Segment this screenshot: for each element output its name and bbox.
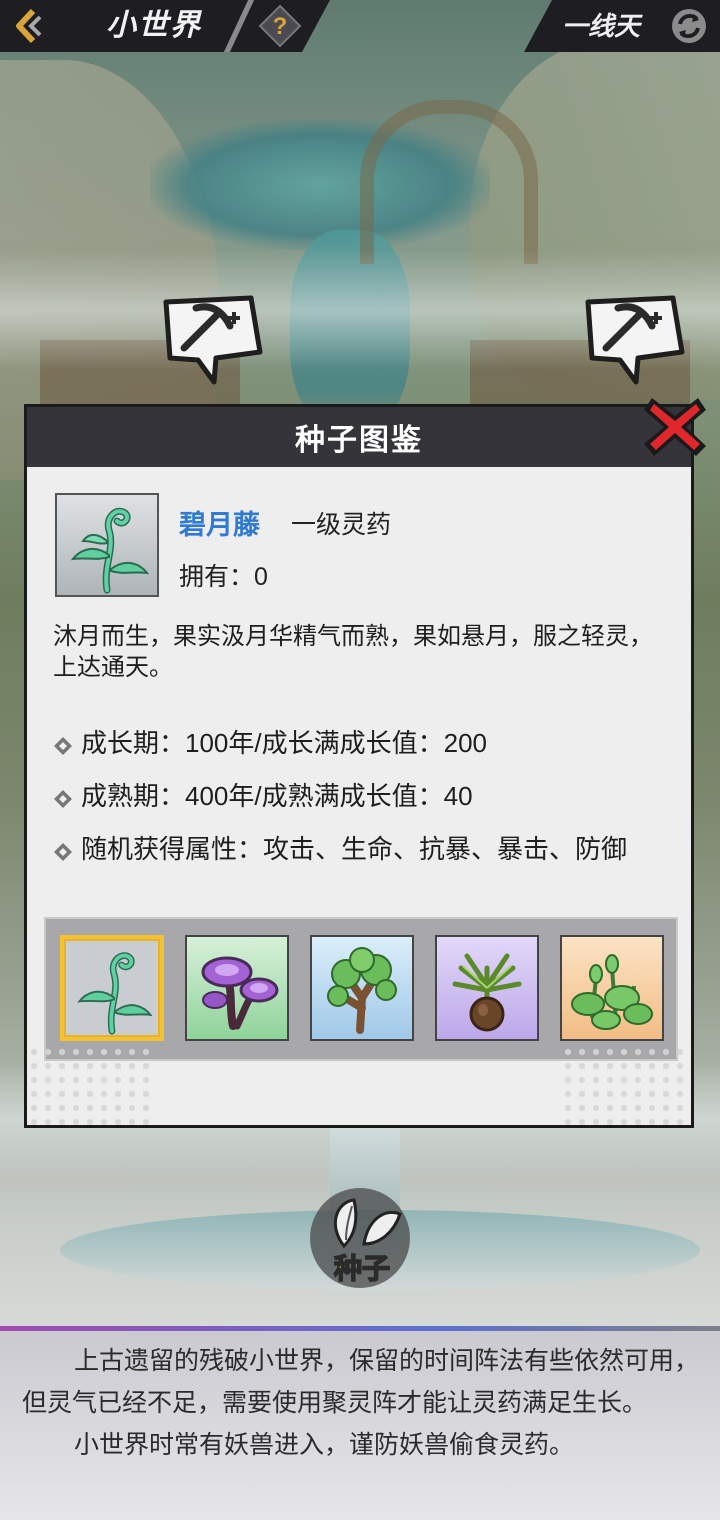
- wooden-waterwheel: [360, 100, 538, 264]
- seed-name: 碧月藤: [179, 510, 260, 540]
- dig-plot-marker-left[interactable]: [156, 292, 266, 388]
- stat-growth-period: 成长期：100年/成长满成长值：200: [53, 723, 683, 760]
- tree-icon: [327, 947, 397, 1034]
- owned-count: 拥有：0: [179, 557, 268, 593]
- stat-mature-period: 成熟期：400年/成熟满成长值：40: [53, 776, 683, 813]
- help-button[interactable]: ?: [258, 4, 302, 48]
- page-title: 小世界: [106, 9, 202, 42]
- question-icon: ?: [258, 4, 302, 48]
- world-description: 上古遗留的残破小世界，保留的时间阵法有些依然可用，但灵气已经不足，需要使用聚灵阵…: [22, 1340, 702, 1466]
- close-icon: [644, 398, 706, 456]
- diamond-bullet-icon: [53, 732, 73, 755]
- description-paragraph-1: 上古遗留的残破小世界，保留的时间阵法有些依然可用，但灵气已经不足，需要使用聚灵阵…: [22, 1347, 700, 1417]
- stat-random-attributes: 随机获得属性：攻击、生命、抗暴、暴击、防御: [53, 829, 683, 866]
- vine-sprout-icon: [70, 507, 150, 594]
- seed-emblem-icon: 种子: [310, 1188, 410, 1288]
- dialog-title: 种子图鉴: [295, 424, 423, 457]
- location-banner: 一线天: [524, 0, 720, 52]
- palm-bulb-icon: [452, 953, 522, 1032]
- location-name: 一线天: [561, 11, 640, 41]
- owned-label: 拥有：: [179, 563, 255, 591]
- selected-seed-icon-frame: [55, 493, 159, 597]
- seed-grade: 一级灵药: [291, 511, 392, 539]
- seed-slot-3[interactable]: [310, 935, 414, 1041]
- stat-text: 成长期：100年/成长满成长值：200: [81, 728, 487, 758]
- seed-catalog-dialog: 种子图鉴 碧月藤 一级灵药 拥有：0 沐月而生，果实汲月华精气而熟，果如悬月，服…: [24, 404, 694, 1128]
- svg-text:?: ?: [273, 13, 288, 40]
- lotus-leaves-icon: [571, 954, 653, 1030]
- close-button[interactable]: [640, 392, 710, 462]
- pickaxe-plus-icon: [585, 295, 685, 385]
- stat-text: 随机获得属性：攻击、生命、抗暴、暴击、防御: [81, 834, 628, 864]
- pickaxe-plus-icon: [163, 295, 263, 385]
- refresh-icon: [672, 9, 706, 43]
- purple-mushroom-icon: [201, 956, 279, 1030]
- top-bar: 小世界 ? 一线天: [0, 0, 720, 54]
- seed-description: 沐月而生，果实汲月华精气而熟，果如悬月，服之轻灵，上达通天。: [53, 623, 653, 681]
- seed-slot-4[interactable]: [435, 935, 539, 1041]
- seed-slot-1[interactable]: [60, 935, 164, 1041]
- title-banner: 小世界 ?: [0, 0, 330, 52]
- decor-dots-right: [561, 1045, 691, 1125]
- seed-button[interactable]: 种子: [308, 1186, 412, 1290]
- stat-text: 成熟期：400年/成熟满成长值：40: [81, 781, 473, 811]
- diamond-bullet-icon: [53, 838, 73, 861]
- seed-slot-5[interactable]: [560, 935, 664, 1041]
- vine-sprout-icon: [77, 952, 153, 1035]
- title-divider: [224, 0, 254, 52]
- decor-dots-left: [27, 1045, 157, 1125]
- seed-selector-bar: [44, 917, 678, 1061]
- description-paragraph-2: 小世界时常有妖兽进入，谨防妖兽偷食灵药。: [74, 1431, 575, 1459]
- owned-value: 0: [254, 563, 268, 591]
- seed-button-label: 种子: [334, 1253, 390, 1284]
- dialog-header: 种子图鉴: [27, 407, 691, 467]
- seed-slot-2[interactable]: [185, 935, 289, 1041]
- refresh-button[interactable]: [670, 7, 708, 45]
- diamond-bullet-icon: [53, 785, 73, 808]
- panel-accent-line: [0, 1326, 720, 1331]
- world-description-panel: 上古遗留的残破小世界，保留的时间阵法有些依然可用，但灵气已经不足，需要使用聚灵阵…: [0, 1326, 720, 1520]
- back-arrow-icon: [13, 9, 43, 43]
- dig-plot-marker-right[interactable]: [578, 292, 688, 388]
- back-button[interactable]: [8, 6, 48, 46]
